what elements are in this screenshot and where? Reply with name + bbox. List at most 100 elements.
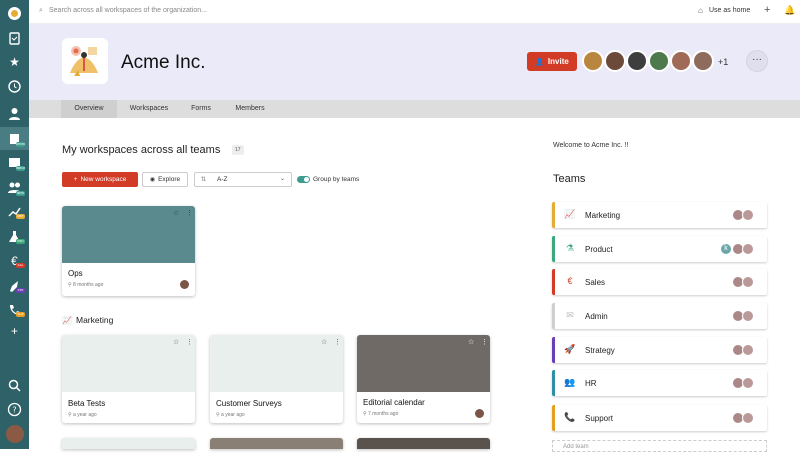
section-title: My workspaces across all teams	[62, 144, 221, 156]
badge-new: NEW	[16, 191, 25, 196]
star-icon[interactable]: ☆	[173, 209, 179, 217]
team-name: Support	[585, 414, 614, 423]
star-icon[interactable]: ★	[7, 55, 22, 70]
team-color-bar	[552, 370, 555, 396]
group-by-teams-toggle[interactable]	[297, 176, 310, 183]
workspace-card[interactable]	[62, 438, 195, 449]
team-name: Marketing	[585, 211, 621, 220]
org-name: Acme Inc.	[121, 52, 206, 73]
badge-mkt: MKT	[16, 214, 25, 219]
sort-icon: ⇅	[201, 177, 207, 183]
badge-prd: PRD	[16, 239, 25, 244]
workspace-card-editorial-calendar[interactable]: ☆ ⋮ Editorial calendar ⚲ 7 months ago	[357, 335, 490, 423]
team-color-bar	[552, 405, 555, 431]
member-avatar	[742, 243, 754, 255]
team-color-bar	[552, 202, 555, 228]
owner-avatar	[180, 280, 189, 289]
explore-button[interactable]: ◉ Explore	[142, 172, 188, 187]
more-icon[interactable]: ⋮	[481, 338, 488, 346]
card-meta: ⚲ a year ago	[68, 412, 97, 418]
team-item-product[interactable]: ⚗ Product k	[552, 236, 767, 262]
tab-workspaces[interactable]: Workspaces	[121, 100, 177, 118]
bell-icon[interactable]: 🔔	[784, 5, 795, 16]
team-item-support[interactable]: 📞 Support	[552, 405, 767, 431]
member-avatar	[742, 276, 754, 288]
member-avatar: k	[720, 243, 732, 255]
tab-forms[interactable]: Forms	[181, 100, 221, 118]
team-item-admin[interactable]: ✉ Admin	[552, 303, 767, 329]
member-avatar[interactable]	[670, 50, 692, 72]
star-icon[interactable]: ☆	[173, 338, 179, 346]
chart-icon: 📈	[62, 316, 72, 325]
clipboard-icon[interactable]	[7, 31, 22, 46]
sort-value: A-Z	[217, 176, 228, 183]
member-avatar[interactable]	[582, 50, 604, 72]
extra-members-count[interactable]: +1	[718, 57, 728, 67]
euro-icon: €	[567, 276, 573, 286]
use-as-home-button[interactable]: Use as home	[709, 7, 750, 14]
org-logo	[62, 38, 108, 84]
workspace-card[interactable]	[210, 438, 343, 449]
binoculars-icon: ◉	[149, 177, 156, 183]
plus-icon[interactable]: +	[7, 324, 22, 339]
teams-heading: Teams	[553, 173, 586, 185]
team-item-marketing[interactable]: 📈 Marketing	[552, 202, 767, 228]
workspace-card-beta-tests[interactable]: ☆ ⋮ Beta Tests ⚲ a year ago	[62, 335, 195, 423]
badge-inbox: INBOX	[16, 166, 26, 171]
star-icon[interactable]: ☆	[321, 338, 327, 346]
avatar-icon[interactable]	[6, 425, 24, 443]
tab-members[interactable]: Members	[225, 100, 275, 118]
org-logo-icon[interactable]	[7, 6, 22, 21]
workspace-count-badge: 17	[232, 145, 244, 155]
member-avatar[interactable]	[692, 50, 714, 72]
workspace-card[interactable]	[357, 438, 490, 449]
more-icon[interactable]: ⋮	[334, 338, 341, 346]
team-name: Strategy	[585, 346, 615, 355]
team-item-hr[interactable]: 👥 HR	[552, 370, 767, 396]
team-item-strategy[interactable]: 🚀 Strategy	[552, 337, 767, 363]
workspace-card-ops[interactable]: ☆ ⋮ Ops ⚲ 8 months ago	[62, 206, 195, 296]
group-label-marketing: Marketing	[76, 315, 114, 325]
explore-label: Explore	[158, 176, 181, 183]
help-icon[interactable]: ?	[7, 402, 22, 417]
global-search-input[interactable]: Search across all workspaces of the orga…	[49, 7, 207, 14]
add-button[interactable]: +	[764, 4, 770, 16]
lock-icon: ⌂	[698, 6, 703, 15]
more-options-button[interactable]: ···	[746, 50, 768, 72]
rocket-icon: 🚀	[564, 344, 576, 354]
flask-icon: ⚗	[565, 243, 575, 253]
invite-button[interactable]: 👤 Invite	[527, 52, 577, 71]
member-avatar[interactable]	[604, 50, 626, 72]
add-team-button[interactable]: Add team	[552, 440, 767, 452]
member-avatar[interactable]	[626, 50, 648, 72]
member-avatar[interactable]	[648, 50, 670, 72]
tab-overview[interactable]: Overview	[61, 100, 117, 118]
top-bar: ⌕ Search across all workspaces of the or…	[29, 0, 800, 24]
member-avatar	[742, 209, 754, 221]
team-item-sales[interactable]: € Sales	[552, 269, 767, 295]
add-user-icon: 👤	[535, 58, 544, 66]
badge-sal: SAL	[16, 263, 25, 268]
more-icon[interactable]: ⋮	[186, 209, 193, 217]
new-workspace-button[interactable]: + New workspace	[62, 172, 138, 187]
card-meta: ⚲ a year ago	[216, 412, 245, 418]
sort-select[interactable]: ⇅ A-Z ⌄	[194, 172, 292, 187]
star-icon[interactable]: ☆	[468, 338, 474, 346]
chart-icon: 📈	[564, 209, 576, 219]
welcome-text: Welcome to Acme Inc. !!	[553, 142, 629, 149]
team-color-bar	[552, 236, 555, 262]
card-title: Customer Surveys	[216, 399, 282, 408]
member-avatar	[742, 310, 754, 322]
user-icon[interactable]	[7, 106, 22, 121]
new-workspace-label: New workspace	[80, 176, 127, 183]
card-meta: ⚲ 7 months ago	[363, 411, 399, 417]
search-icon[interactable]	[7, 378, 22, 393]
card-title: Ops	[68, 269, 83, 278]
badge-sup: SUP	[16, 312, 25, 317]
clock-icon[interactable]	[7, 79, 22, 94]
team-name: HR	[585, 379, 597, 388]
workspace-card-customer-surveys[interactable]: ☆ ⋮ Customer Surveys ⚲ a year ago	[210, 335, 343, 423]
more-icon[interactable]: ⋮	[186, 338, 193, 346]
team-color-bar	[552, 337, 555, 363]
team-color-bar	[552, 269, 555, 295]
